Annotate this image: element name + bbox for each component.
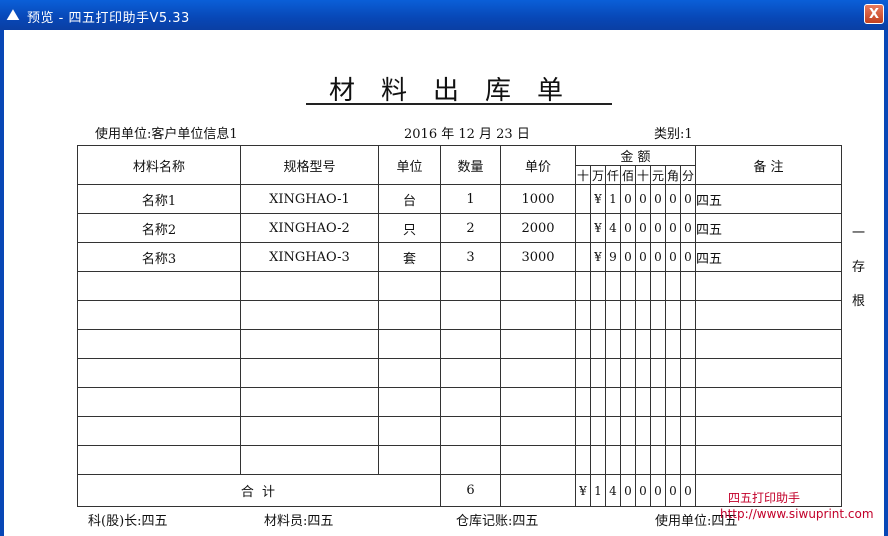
cell-digit: 4: [605, 213, 621, 243]
footer-warehouse: 仓库记账:四五: [456, 514, 539, 529]
cell-remark: 四五: [695, 213, 842, 243]
material-table: 材料名称 规格型号 单位 数量 单价 金 额 备 注 十 万 仟 佰 十 元 角…: [77, 145, 842, 507]
cell-remark: 四五: [695, 242, 842, 272]
cell-model: XINGHAO-3: [240, 242, 379, 272]
table-row: 名称2 XINGHAO-2 只 2 2000 ¥ 4 0 0 0 0 0 四五: [77, 213, 842, 243]
total-digit: 4: [605, 474, 621, 507]
side-text: 一: [852, 226, 866, 241]
cell-digit: 0: [620, 213, 636, 243]
cell-digit: 0: [680, 184, 696, 214]
cell-name: 名称1: [77, 184, 241, 214]
cell-remark: 四五: [695, 184, 842, 214]
cell-price: 1000: [500, 184, 576, 214]
table-row-empty: [77, 271, 842, 301]
total-digit: 0: [635, 474, 651, 507]
cell-unit: 只: [378, 213, 441, 243]
total-digit: 0: [620, 474, 636, 507]
header-qty: 数量: [440, 145, 501, 185]
table-row-empty: [77, 300, 842, 330]
cell-digit: 0: [635, 213, 651, 243]
window-frame-right: [884, 30, 888, 536]
use-unit-label: 使用单位:客户单位信息1: [95, 127, 238, 142]
side-text: 存: [852, 260, 866, 275]
total-digit: 0: [650, 474, 666, 507]
document-title: 材料出库单: [328, 76, 589, 106]
digit-header: 仟: [605, 165, 621, 185]
header-remark: 备 注: [695, 145, 842, 185]
cell-digit: ¥: [590, 184, 606, 214]
cell-digit: 0: [635, 242, 651, 272]
cell-digit: 0: [650, 213, 666, 243]
cell-digit: [575, 213, 591, 243]
cell-digit: 1: [605, 184, 621, 214]
table-row: 名称1 XINGHAO-1 台 1 1000 ¥ 1 0 0 0 0 0 四五: [77, 184, 842, 214]
cell-unit: 套: [378, 242, 441, 272]
cell-name: 名称2: [77, 213, 241, 243]
total-digit: 1: [590, 474, 606, 507]
title-underline: [306, 103, 612, 105]
header-model: 规格型号: [240, 145, 379, 185]
cell-digit: 0: [650, 184, 666, 214]
total-row: 合 计 6 ¥ 1 4 0 0 0 0 0: [77, 474, 842, 507]
total-label: 合 计: [77, 474, 441, 507]
watermark-title: 四五打印助手: [728, 491, 801, 505]
cell-price: 2000: [500, 213, 576, 243]
table-row-empty: [77, 329, 842, 359]
cell-digit: 0: [680, 213, 696, 243]
cell-digit: 0: [620, 184, 636, 214]
table-row-empty: [77, 445, 842, 475]
cell-qty: 2: [440, 213, 501, 243]
close-button[interactable]: X: [864, 4, 884, 24]
mountain-logo-icon: ⛰: [6, 5, 20, 24]
window-title: 预览 - 四五打印助手V5.33: [27, 11, 190, 26]
cell-digit: 0: [620, 242, 636, 272]
digit-header: 分: [680, 165, 696, 185]
total-digit: ¥: [575, 474, 591, 507]
cell-model: XINGHAO-2: [240, 213, 379, 243]
date-text: 2016 年 12 月 23 日: [404, 127, 530, 142]
cell-qty: 3: [440, 242, 501, 272]
cell-name: 名称3: [77, 242, 241, 272]
cell-digit: 9: [605, 242, 621, 272]
cell-digit: ¥: [590, 213, 606, 243]
digit-header: 佰: [620, 165, 636, 185]
cell-unit: 台: [378, 184, 441, 214]
digit-header: 角: [665, 165, 681, 185]
cell-digit: [575, 242, 591, 272]
cell-digit: 0: [665, 242, 681, 272]
side-text: 根: [852, 294, 866, 309]
digit-header: 十: [575, 165, 591, 185]
table-row: 名称3 XINGHAO-3 套 3 3000 ¥ 9 0 0 0 0 0 四五: [77, 242, 842, 272]
cell-digit: 0: [665, 184, 681, 214]
window-titlebar: ⛰ 预览 - 四五打印助手V5.33 X: [0, 0, 888, 30]
watermark-url: http://www.siwuprint.com: [720, 507, 874, 521]
header-name: 材料名称: [77, 145, 241, 185]
cell-digit: [575, 184, 591, 214]
total-digit: 0: [665, 474, 681, 507]
header-amount: 金 额: [575, 145, 696, 166]
category-label: 类别:1: [654, 127, 693, 142]
digit-header: 万: [590, 165, 606, 185]
cell-qty: 1: [440, 184, 501, 214]
table-row-empty: [77, 416, 842, 446]
cell-digit: 0: [635, 184, 651, 214]
header-unit: 单位: [378, 145, 441, 185]
digit-header: 十: [635, 165, 651, 185]
total-digit: 0: [680, 474, 696, 507]
digit-header: 元: [650, 165, 666, 185]
footer-chief: 科(股)长:四五: [88, 514, 168, 529]
footer-material-clerk: 材料员:四五: [264, 514, 334, 529]
table-row-empty: [77, 358, 842, 388]
total-qty: 6: [440, 474, 501, 507]
cell-digit: 0: [650, 242, 666, 272]
cell-digit: 0: [665, 213, 681, 243]
cell-model: XINGHAO-1: [240, 184, 379, 214]
cell-digit: ¥: [590, 242, 606, 272]
table-row-empty: [77, 387, 842, 417]
header-price: 单价: [500, 145, 576, 185]
cell-digit: 0: [680, 242, 696, 272]
cell-price: 3000: [500, 242, 576, 272]
